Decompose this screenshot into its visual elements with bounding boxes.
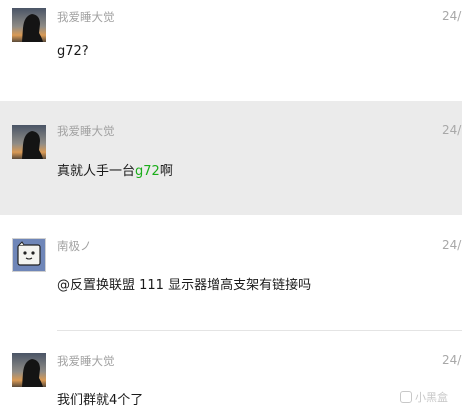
message-text: 我们群就4个了: [57, 389, 143, 408]
night-sky-silhouette-avatar-icon: [12, 125, 46, 159]
message-text-part: 啊: [159, 164, 173, 179]
chat-message[interactable]: 我爱睡大觉 24/ 我们群就4个了: [0, 331, 462, 415]
message-timestamp: 24/: [442, 123, 462, 137]
night-sky-silhouette-avatar-icon: [12, 8, 46, 42]
heybox-logo-icon: [400, 391, 412, 403]
user-avatar[interactable]: [12, 353, 46, 387]
user-avatar[interactable]: [12, 238, 46, 272]
cartoon-face-avatar-icon: [13, 239, 45, 271]
message-timestamp: 24/: [442, 9, 462, 23]
user-avatar[interactable]: [12, 8, 46, 42]
chat-message[interactable]: 我爱睡大觉 24/ g72?: [0, 0, 462, 100]
message-text: g72?: [57, 44, 89, 59]
user-avatar[interactable]: [12, 125, 46, 159]
sender-name[interactable]: 我爱睡大觉: [57, 9, 115, 25]
night-sky-silhouette-avatar-icon: [12, 353, 46, 387]
chat-message-highlighted[interactable]: 我爱睡大觉 24/ 真就人手一台g72啊: [0, 101, 462, 215]
message-text: @反置换联盟 111 显示器增高支架有链接吗: [57, 274, 311, 293]
message-text: 真就人手一台g72啊: [57, 160, 173, 179]
highlighted-keyword: g72: [135, 164, 160, 179]
message-text-part: 我们群就4个了: [57, 393, 144, 408]
chat-message-list: 我爱睡大觉 24/ g72? 我爱睡大觉 24/ 真就人手一台g72啊 南极ノ …: [0, 0, 462, 415]
watermark: 小黑盒: [400, 389, 448, 405]
message-timestamp: 24/: [442, 238, 462, 252]
sender-name[interactable]: 我爱睡大觉: [57, 353, 115, 369]
message-text-part: g72?: [57, 44, 89, 59]
sender-name[interactable]: 我爱睡大觉: [57, 123, 115, 139]
message-timestamp: 24/: [442, 353, 462, 367]
message-text-part: @反置换联盟 111 显示器增高支架有链接吗: [57, 278, 312, 293]
watermark-text: 小黑盒: [415, 391, 448, 404]
chat-message[interactable]: 南极ノ 24/ @反置换联盟 111 显示器增高支架有链接吗: [0, 216, 462, 331]
sender-name[interactable]: 南极ノ: [57, 238, 92, 254]
message-text-part: 真就人手一台: [57, 164, 136, 179]
